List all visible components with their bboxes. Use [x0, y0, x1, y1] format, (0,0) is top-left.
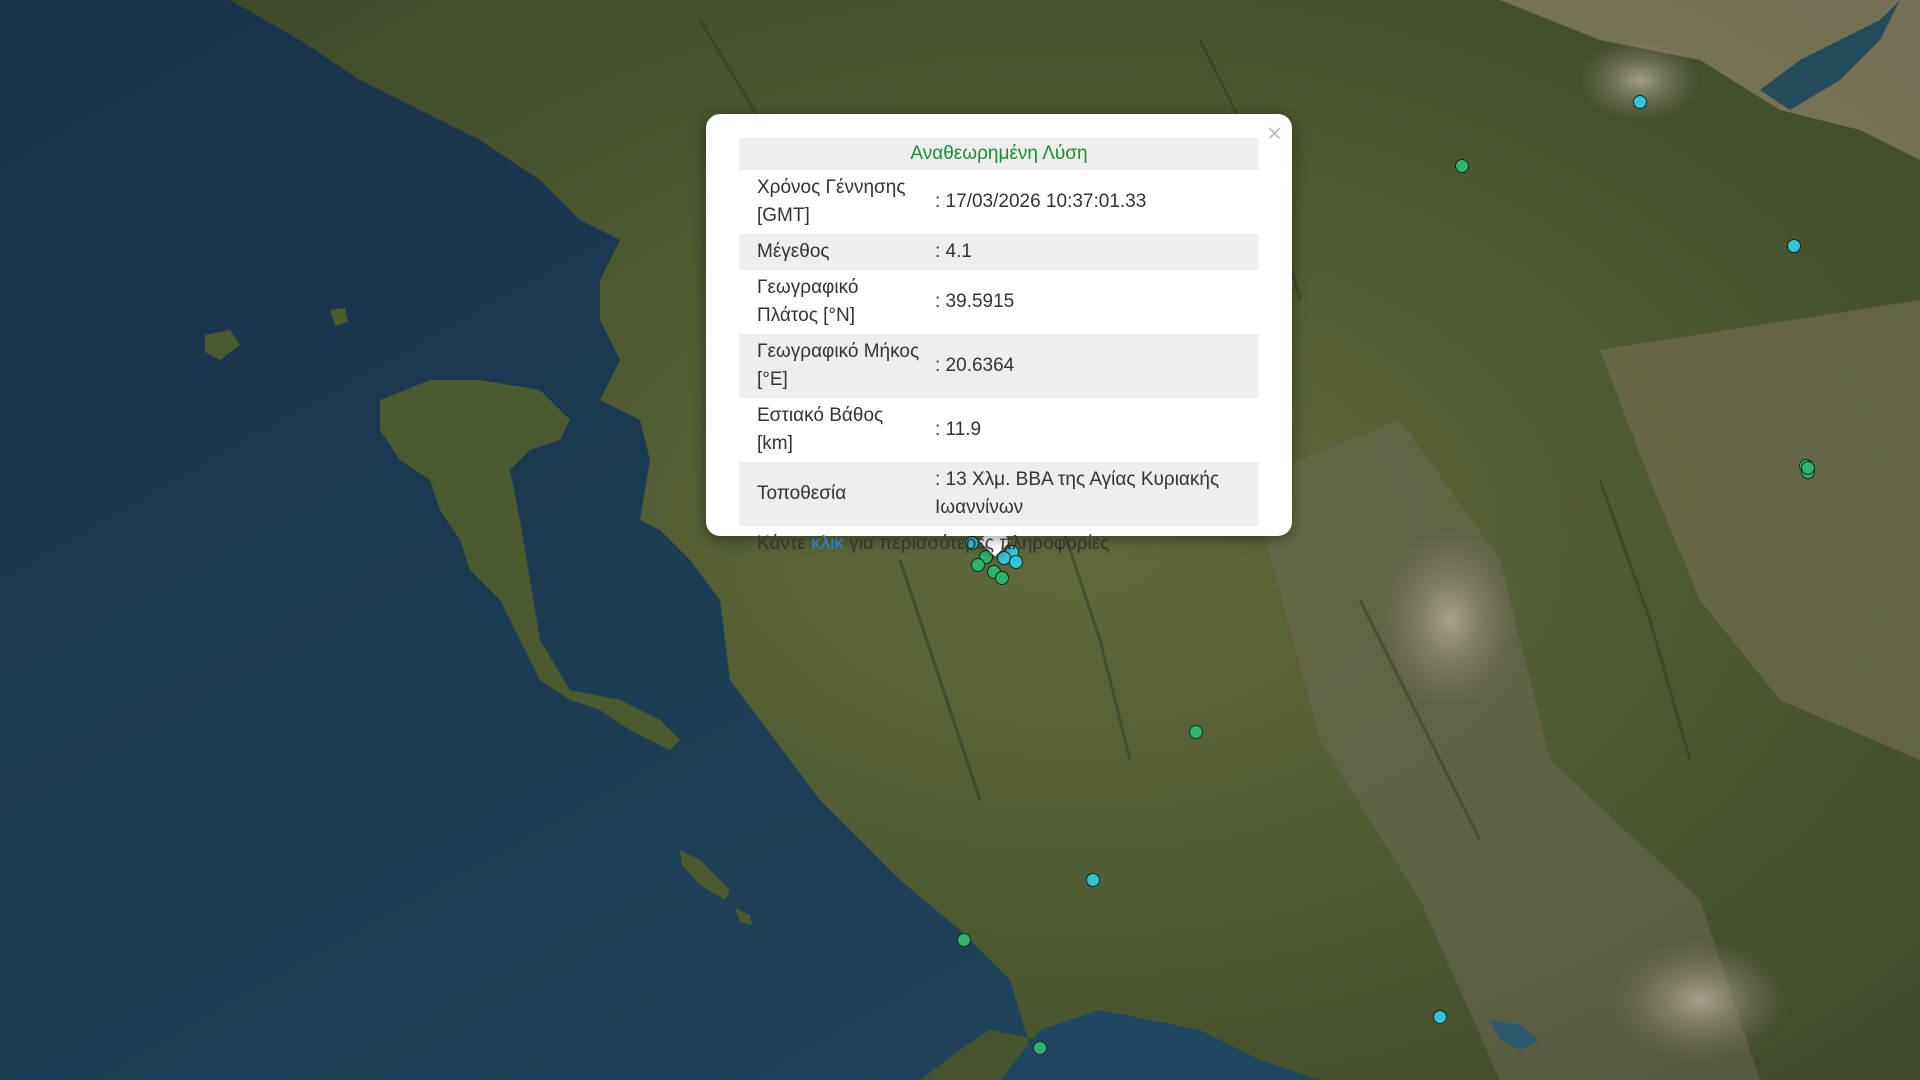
- location-label: Τοποθεσία: [739, 462, 923, 526]
- earthquake-popup: × Αναθεωρημένη Λύση Χρόνος Γέννησης [GMT…: [706, 114, 1292, 554]
- table-row: Μέγεθος : 4.1: [739, 234, 1259, 270]
- earthquake-marker[interactable]: [1455, 159, 1469, 173]
- close-icon[interactable]: ×: [1267, 120, 1282, 146]
- table-row: Εστιακό Βάθος [km] : 11.9: [739, 398, 1259, 462]
- latitude-label: Γεωγραφικό Πλάτος [°N]: [757, 277, 859, 326]
- more-info-line: Κάντε κλικ για περισσότερες πληροφορίες: [739, 526, 1259, 562]
- latitude-value: : 39.5915: [935, 291, 1015, 312]
- longitude-value: : 20.6364: [923, 334, 1259, 398]
- location-value: : 13 Χλμ. ΒΒΑ της Αγίας Κυριακής Ιωαννίν…: [923, 462, 1259, 526]
- earthquake-marker[interactable]: [1086, 873, 1100, 887]
- table-row: Γεωγραφικό Μήκος [°E] : 20.6364: [739, 334, 1259, 398]
- earthquake-marker[interactable]: [995, 571, 1009, 585]
- earthquake-marker[interactable]: [1787, 239, 1801, 253]
- depth-label: Εστιακό Βάθος [km]: [757, 405, 884, 454]
- footer-suffix: για περισσότερες πληροφορίες: [849, 533, 1110, 554]
- magnitude-label: Μέγεθος: [739, 234, 923, 270]
- earthquake-marker[interactable]: [957, 933, 971, 947]
- earthquake-marker[interactable]: [1433, 1010, 1447, 1024]
- footer-prefix: Κάντε: [757, 533, 806, 554]
- table-row: Χρόνος Γέννησης [GMT] : 17/03/2026 10:37…: [739, 170, 1259, 234]
- table-row: Τοποθεσία : 13 Χλμ. ΒΒΑ της Αγίας Κυριακ…: [739, 462, 1259, 526]
- origin-time-label: Χρόνος Γέννησης [GMT]: [757, 177, 906, 226]
- earthquake-marker[interactable]: [1633, 95, 1647, 109]
- more-info-link[interactable]: κλικ: [811, 533, 844, 554]
- earthquake-marker[interactable]: [1189, 725, 1203, 739]
- longitude-label: Γεωγραφικό Μήκος [°E]: [739, 334, 923, 398]
- event-details-table: Χρόνος Γέννησης [GMT] : 17/03/2026 10:37…: [739, 170, 1259, 526]
- table-row: Γεωγραφικό Πλάτος [°N] : 39.5915: [739, 270, 1259, 334]
- depth-value: : 11.9: [935, 419, 982, 440]
- earthquake-marker[interactable]: [1801, 461, 1815, 475]
- earthquake-marker[interactable]: [1033, 1041, 1047, 1055]
- popup-title: Αναθεωρημένη Λύση: [739, 138, 1259, 170]
- magnitude-value: : 4.1: [923, 234, 1259, 270]
- origin-time-value: : 17/03/2026 10:37:01.33: [935, 191, 1147, 212]
